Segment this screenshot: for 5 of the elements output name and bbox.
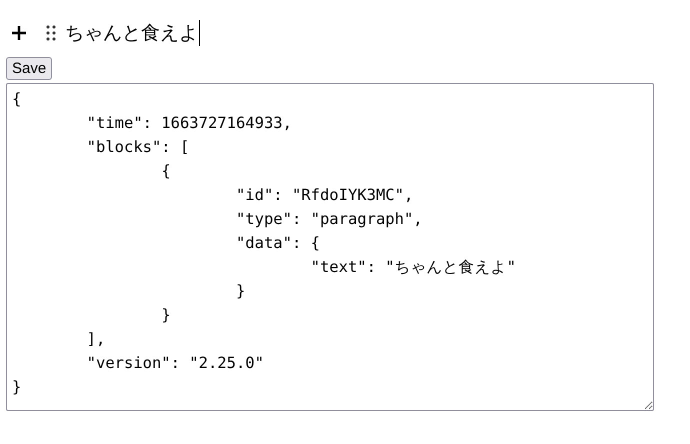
- paragraph-block[interactable]: ちゃんと食えよ: [65, 20, 200, 46]
- drag-handle-icon[interactable]: [45, 25, 57, 41]
- save-button[interactable]: Save: [6, 57, 52, 80]
- add-icon[interactable]: [10, 24, 28, 42]
- json-output-field[interactable]: { "time": 1663727164933, "blocks": [ { "id": "RfdoIYK3MC", "type": "paragraph", "data": { "text": "ちゃんと食えよ" } } ], "version": "2.25.0" }: [6, 83, 654, 411]
